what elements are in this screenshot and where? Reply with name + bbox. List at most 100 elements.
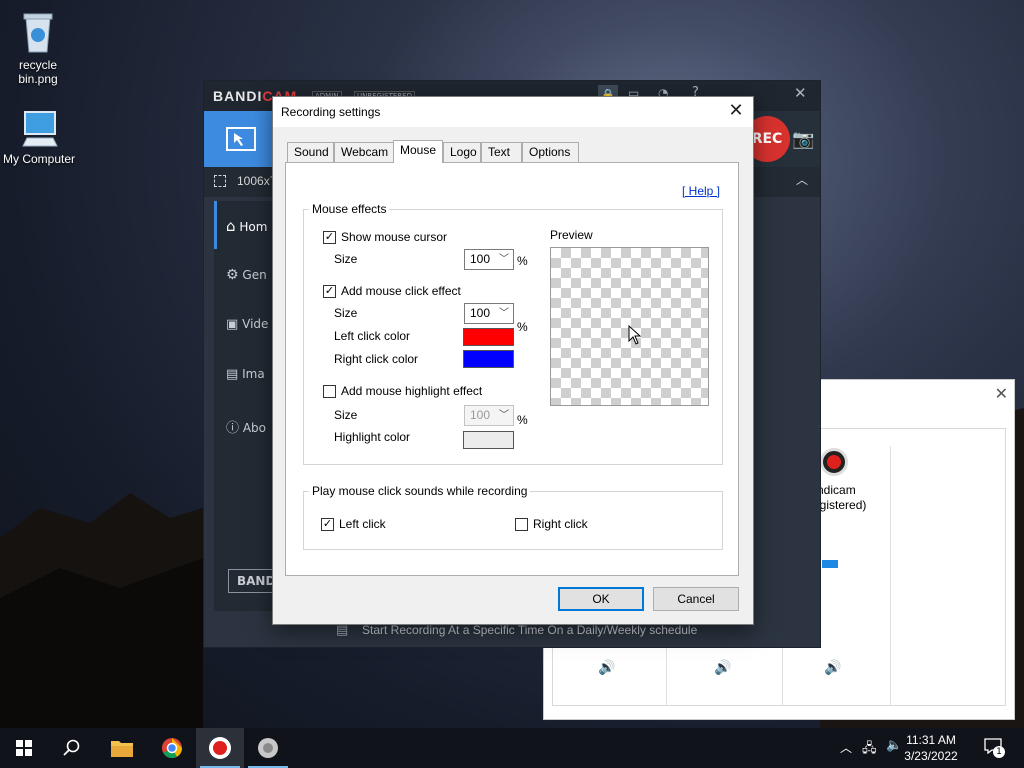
record-icon: [820, 448, 848, 476]
click-size-label: Size: [334, 306, 358, 320]
help-link[interactable]: [ Help ]: [682, 184, 720, 198]
taskbar-audio-app[interactable]: [244, 728, 292, 768]
percent-label: %: [517, 254, 528, 268]
close-icon[interactable]: ✕: [794, 84, 807, 102]
image-icon: ▤: [226, 367, 239, 382]
speaker-app-icon: [258, 738, 278, 758]
sidebar-item-video[interactable]: ▣ Vide: [226, 317, 268, 332]
sidebar-active-indicator: [214, 201, 217, 249]
video-icon: ▣: [226, 317, 239, 332]
desktop-icon-my-computer[interactable]: My Computer: [1, 108, 77, 166]
highlight-color-label: Highlight color: [334, 430, 411, 444]
close-icon[interactable]: ✕: [719, 97, 753, 127]
search-button[interactable]: [48, 728, 96, 768]
group-label: Mouse effects: [309, 202, 390, 216]
cursor-size-label: Size: [334, 252, 358, 266]
taskbar-clock[interactable]: 11:31 AM 3/23/2022: [896, 732, 966, 764]
mouse-tab-page: [ Help ] Mouse effects ✓ Show mouse curso…: [285, 162, 739, 576]
chevron-down-icon: ﹀: [499, 308, 509, 319]
taskbar: ︿ 🖧 🔈 11:31 AM 3/23/2022 1: [0, 728, 1024, 768]
region-icon: [214, 175, 226, 187]
resolution-text: 1006x7: [237, 174, 277, 188]
group-label: Play mouse click sounds while recording: [309, 484, 531, 498]
chevron-up-icon[interactable]: ︿: [796, 171, 808, 188]
close-icon[interactable]: ✕: [995, 384, 1008, 403]
schedule-icon: ▤: [336, 623, 349, 638]
cursor-icon: [628, 325, 642, 345]
click-size-select[interactable]: 100 ﹀: [464, 303, 514, 324]
recording-settings-dialog: Recording settings ✕ Sound Webcam Mouse …: [272, 96, 754, 625]
sidebar-item-general[interactable]: ⚙ Gen: [226, 267, 267, 283]
highlight-color-swatch[interactable]: [463, 431, 514, 449]
sidebar-item-home[interactable]: ⌂ Hom: [226, 217, 267, 235]
app-name-line2: egistered): [813, 498, 867, 512]
left-click-color-label: Left click color: [334, 329, 411, 343]
checkbox-box: ✓: [323, 284, 336, 298]
speaker-icon[interactable]: 🔊: [714, 660, 731, 676]
screen-mode-button[interactable]: [204, 111, 276, 167]
chrome-icon: [162, 738, 183, 759]
highlight-checkbox[interactable]: Add mouse highlight effect: [323, 384, 482, 398]
gear-icon: ⚙: [226, 267, 239, 283]
checkbox-box: [323, 384, 336, 398]
dialog-titlebar: Recording settings ✕: [273, 97, 753, 127]
tab-options[interactable]: Options: [522, 142, 579, 162]
right-click-color-swatch[interactable]: [463, 350, 514, 368]
divider: [890, 446, 891, 706]
highlight-size-label: Size: [334, 408, 358, 422]
app-name-line1: ndicam: [817, 483, 856, 497]
dialog-title: Recording settings: [281, 105, 381, 119]
sidebar-item-about[interactable]: ⓘ Abo: [226, 417, 266, 436]
taskbar-file-explorer[interactable]: [98, 728, 146, 768]
network-icon[interactable]: 🖧: [862, 739, 877, 761]
schedule-tip[interactable]: Start Recording At a Specific Time On a …: [362, 623, 697, 637]
taskbar-bandicam[interactable]: [196, 728, 244, 768]
chevron-down-icon: ﹀: [499, 410, 509, 421]
checkbox-box: ✓: [323, 230, 336, 244]
clock-date: 3/23/2022: [904, 749, 958, 763]
search-icon: [63, 739, 80, 756]
screen-rect-icon: [226, 127, 256, 151]
windows-icon: [16, 740, 32, 756]
chevron-up-icon[interactable]: ︿: [840, 739, 852, 756]
slider-thumb[interactable]: [822, 560, 838, 568]
tab-text[interactable]: Text: [481, 142, 522, 162]
checkbox-box: ✓: [321, 517, 334, 531]
info-icon: ⓘ: [226, 421, 240, 436]
checkbox-box: [515, 517, 528, 531]
speaker-icon[interactable]: 🔊: [598, 660, 615, 676]
preview-label: Preview: [550, 228, 593, 242]
left-click-sound-checkbox[interactable]: ✓ Left click: [321, 517, 386, 531]
sidebar-item-image[interactable]: ▤ Ima: [226, 367, 265, 382]
tab-webcam[interactable]: Webcam: [334, 142, 394, 162]
ok-button[interactable]: OK: [558, 587, 644, 611]
tab-sound[interactable]: Sound: [287, 142, 334, 162]
preview-canvas: [550, 247, 709, 406]
percent-label: %: [517, 413, 528, 427]
right-click-sound-checkbox[interactable]: Right click: [515, 517, 588, 531]
folder-icon: [111, 741, 133, 757]
record-icon: [209, 737, 231, 759]
cancel-button[interactable]: Cancel: [653, 587, 739, 611]
start-button[interactable]: [0, 728, 48, 768]
highlight-size-select[interactable]: 100 ﹀: [464, 405, 514, 426]
right-click-color-label: Right click color: [334, 352, 419, 366]
taskbar-chrome[interactable]: [148, 728, 196, 768]
cursor-size-select[interactable]: 100 ﹀: [464, 249, 514, 270]
show-cursor-checkbox[interactable]: ✓ Show mouse cursor: [323, 230, 447, 244]
notification-center[interactable]: 1: [984, 738, 1006, 758]
tab-logo[interactable]: Logo: [443, 142, 481, 162]
click-effect-checkbox[interactable]: ✓ Add mouse click effect: [323, 284, 461, 298]
desktop-icon-label: My Computer: [2, 152, 76, 166]
speaker-icon[interactable]: 🔊: [824, 660, 841, 676]
computer-icon: [22, 111, 58, 147]
camera-icon[interactable]: 📷: [792, 129, 814, 150]
clock-time: 11:31 AM: [906, 733, 956, 747]
notification-count: 1: [993, 746, 1005, 758]
chevron-down-icon: ﹀: [499, 254, 509, 265]
home-icon: ⌂: [226, 217, 236, 235]
desktop-icon-recycle-bin[interactable]: recycle bin.png: [0, 8, 76, 86]
left-click-color-swatch[interactable]: [463, 328, 514, 346]
tab-mouse[interactable]: Mouse: [393, 140, 443, 163]
percent-label: %: [517, 320, 528, 334]
